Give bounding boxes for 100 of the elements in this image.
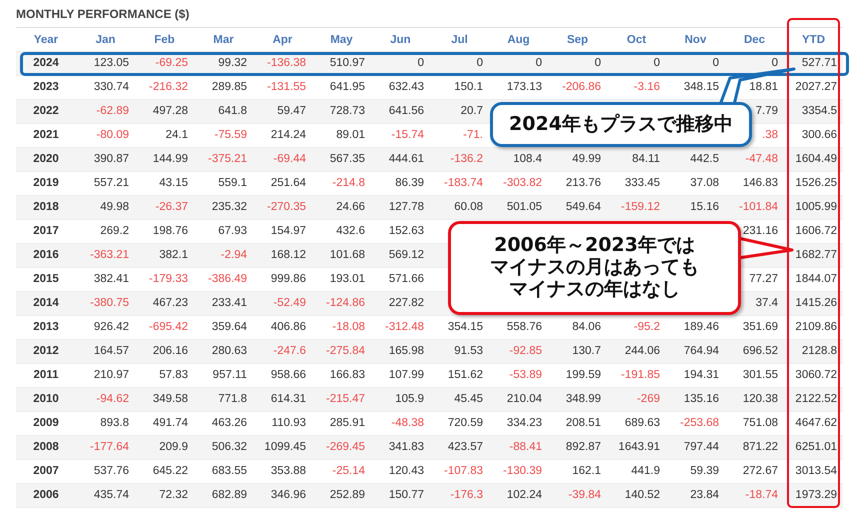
value-cell-text: -269: [636, 392, 661, 407]
column-header: Jun: [389, 33, 412, 48]
value-cell-text: 24.1: [164, 128, 189, 143]
callout-text: 2024年もプラスで推移中: [509, 114, 733, 136]
value-cell-text: -47.48: [744, 152, 779, 167]
column-header: Oct: [626, 33, 648, 48]
value-cell-text: 251.64: [270, 176, 307, 191]
year-cell-text: 2018: [32, 200, 60, 215]
value-cell-text: 641.8: [217, 104, 248, 119]
value-cell-text: 120.43: [388, 464, 425, 479]
value-cell-text: 957.11: [212, 368, 248, 383]
value-cell-text: 15.16: [689, 200, 720, 215]
value-cell-text: 720.59: [446, 416, 484, 431]
value-cell-text: 173.13: [506, 80, 543, 95]
value-cell-text: 280.63: [210, 344, 248, 359]
value-cell-text: 37.4: [754, 296, 779, 311]
value-cell-text: 537.76: [92, 464, 130, 479]
value-cell-text: 682.89: [210, 488, 248, 503]
value-cell-text: -386.49: [206, 272, 248, 287]
value-cell-text: 194.31: [682, 368, 720, 383]
value-cell-text: 0: [476, 56, 484, 71]
value-cell-text: 2128.8: [800, 344, 838, 359]
value-cell-text: -191.85: [620, 368, 661, 383]
callout-text: 2006年～2023年では: [494, 235, 695, 258]
value-cell-text: 353.88: [270, 464, 307, 479]
value-cell-text: 346.96: [270, 488, 307, 503]
value-cell-text: 0: [712, 56, 720, 71]
value-cell-text: 272.67: [742, 464, 779, 479]
column-header: Jul: [450, 33, 469, 48]
value-cell-text: 333.45: [624, 176, 661, 191]
value-cell-text: 1415.26: [794, 296, 838, 311]
value-cell-text: 893.8: [99, 416, 130, 431]
value-cell-text: 3013.54: [794, 464, 838, 479]
value-cell-text: 86.39: [394, 176, 425, 191]
value-cell-text: 154.97: [270, 224, 307, 239]
value-cell-text: 23.84: [689, 488, 720, 503]
value-cell-text: 557.21: [92, 176, 130, 191]
value-cell-text: 233.41: [210, 296, 248, 311]
value-cell-text: 1973.29: [794, 488, 838, 503]
value-cell-text: 892.87: [564, 440, 602, 455]
value-cell-text: 289.85: [210, 80, 248, 95]
value-cell-text: 99.32: [217, 56, 248, 71]
value-cell-text: -62.89: [95, 104, 130, 119]
value-cell-text: 926.42: [92, 320, 130, 335]
value-cell-text: 91.53: [453, 344, 484, 359]
value-cell-text: 349.58: [152, 392, 189, 407]
value-cell-text: 382.1: [158, 248, 189, 263]
value-cell-text: -18.74: [744, 488, 779, 503]
value-cell-text: 59.39: [689, 464, 720, 479]
value-cell-text: 168.12: [270, 248, 307, 263]
value-cell-text: 301.55: [742, 368, 779, 383]
value-cell-text: 18.81: [748, 80, 779, 95]
value-cell-text: 442.5: [689, 152, 720, 167]
value-cell-text: 341.83: [388, 440, 425, 455]
value-cell-text: 406.86: [270, 320, 307, 335]
value-cell-text: 105.9: [394, 392, 425, 407]
value-cell-text: 1682.77: [794, 248, 838, 263]
value-cell-text: 130.7: [571, 344, 602, 359]
year-cell-text: 2011: [32, 368, 60, 383]
value-cell-text: 559.1: [217, 176, 248, 191]
value-cell-text: 871.22: [742, 440, 779, 455]
value-cell-text: -159.12: [620, 200, 661, 215]
value-cell-text: 189.46: [682, 320, 720, 335]
value-cell-text: 72.32: [158, 488, 189, 503]
value-cell-text: 77.27: [748, 272, 779, 287]
value-cell-text: 764.94: [682, 344, 720, 359]
value-cell-text: -380.75: [88, 296, 130, 311]
value-cell-text: 569.12: [388, 248, 425, 263]
value-cell-text: 0: [416, 56, 425, 71]
value-cell-text: -94.62: [95, 392, 130, 407]
value-cell-text: 37.08: [689, 176, 720, 191]
value-cell-text: -80.09: [95, 128, 130, 143]
value-cell-text: 0: [652, 56, 661, 71]
value-cell-text: 506.32: [210, 440, 248, 455]
value-cell-text: 999.86: [270, 272, 307, 287]
value-cell-text: -136.2: [449, 152, 484, 167]
year-cell-text: 2015: [32, 272, 60, 287]
value-cell-text: 198.76: [152, 224, 189, 239]
value-cell-text: -48.38: [390, 416, 425, 431]
year-cell-text: 2019: [32, 176, 60, 191]
column-header: YTD: [801, 33, 826, 48]
value-cell-text: -53.89: [508, 368, 543, 383]
value-cell-text: 252.89: [328, 488, 366, 503]
value-cell-text: 89.01: [335, 128, 366, 143]
value-cell-text: 510.97: [328, 56, 366, 71]
value-cell-text: 43.15: [158, 176, 189, 191]
value-cell-text: -131.55: [266, 80, 307, 95]
value-cell-text: 107.99: [388, 368, 425, 383]
year-cell-text: 2023: [32, 80, 60, 95]
value-cell-text: -101.84: [738, 200, 779, 215]
value-cell-text: 231.16: [742, 224, 779, 239]
year-cell-text: 2013: [32, 320, 60, 335]
year-cell-text: 2009: [32, 416, 60, 431]
value-cell-text: -107.83: [442, 464, 484, 479]
value-cell-text: 152.63: [388, 224, 425, 239]
value-cell-text: 108.4: [512, 152, 543, 167]
value-cell-text: -15.74: [390, 128, 425, 143]
value-cell-text: -179.33: [148, 272, 189, 287]
value-cell-text: 214.24: [270, 128, 307, 143]
value-cell-text: -124.86: [324, 296, 366, 311]
